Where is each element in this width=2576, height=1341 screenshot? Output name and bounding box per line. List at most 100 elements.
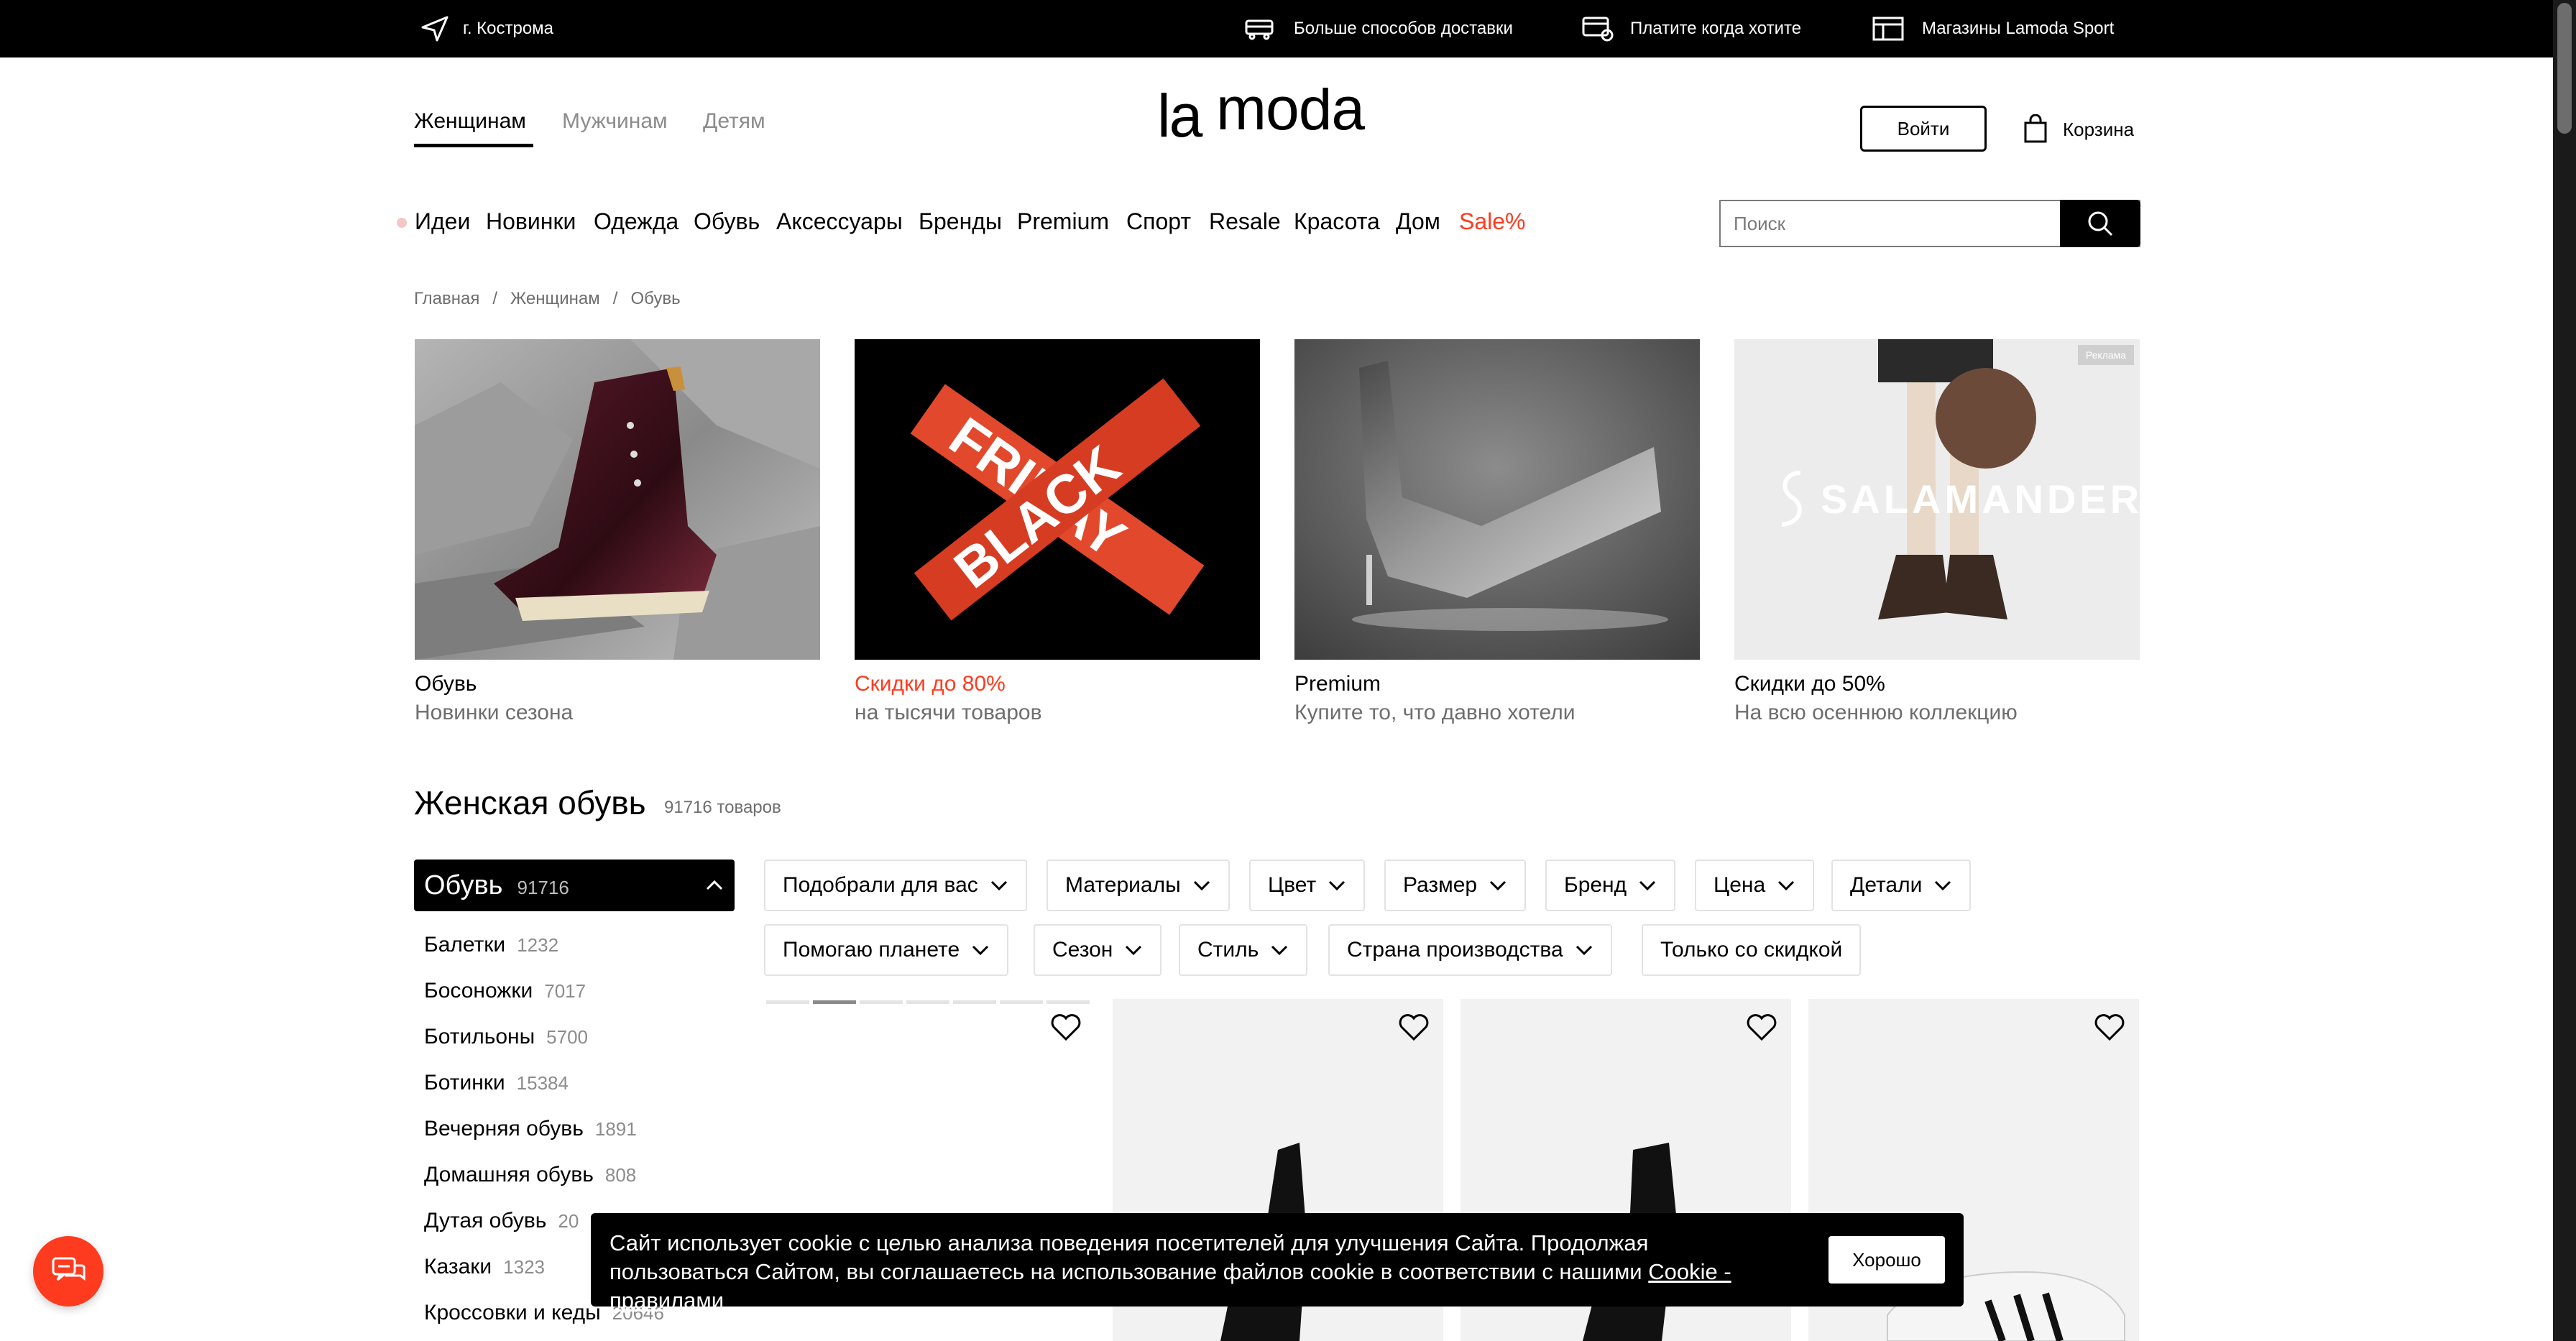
filter-materials[interactable]: Материалы — [1046, 860, 1230, 911]
chevron-up-icon — [706, 880, 723, 890]
filter-label: Размер — [1403, 873, 1478, 897]
promo-image-salamander[interactable]: SALAMANDER Реклама — [1734, 339, 2140, 660]
category-item[interactable]: Дутая обувь 20 — [424, 1209, 579, 1233]
nav-home[interactable]: Дом — [1396, 208, 1440, 235]
filter-size[interactable]: Размер — [1384, 860, 1527, 911]
filter-eco[interactable]: Помогаю планете — [764, 924, 1009, 976]
category-item[interactable]: Казаки 1323 — [424, 1255, 545, 1279]
nav-sport[interactable]: Спорт — [1126, 208, 1191, 235]
filter-color[interactable]: Цвет — [1249, 860, 1366, 911]
gallery-dot[interactable] — [860, 1000, 903, 1004]
promo-image-shoes[interactable] — [415, 339, 820, 660]
filter-country[interactable]: Страна производства — [1328, 924, 1612, 976]
premium-boot-photo — [1294, 339, 1700, 660]
category-item[interactable]: Вечерняя обувь 1891 — [424, 1117, 637, 1141]
promo-image-premium[interactable] — [1294, 339, 1700, 660]
location-arrow-icon — [421, 16, 448, 42]
chevron-down-icon — [1639, 880, 1656, 891]
gallery-dot[interactable] — [906, 1000, 949, 1004]
category-header[interactable]: Обувь 91716 — [414, 860, 735, 911]
nav-sale[interactable]: Sale% — [1459, 208, 1526, 235]
cookie-accept-button[interactable]: Хорошо — [1828, 1236, 1945, 1284]
nav-clothes[interactable]: Одежда — [594, 208, 678, 235]
category-name: Ботинки — [424, 1071, 505, 1095]
heart-icon[interactable] — [1397, 1010, 1430, 1043]
truck-icon — [1245, 19, 1274, 40]
ad-badge: Реклама — [2078, 345, 2134, 365]
filter-details[interactable]: Детали — [1831, 860, 1972, 911]
cart-link[interactable]: Корзина — [2021, 112, 2134, 147]
city-selector[interactable]: г. Кострома — [420, 0, 553, 57]
category-item[interactable]: Босоножки 7017 — [424, 979, 586, 1003]
breadcrumb-separator: / — [492, 289, 498, 308]
stores-label: Магазины Lamoda Sport — [1922, 19, 2115, 38]
heart-icon[interactable] — [2093, 1010, 2126, 1043]
category-item[interactable]: Ботинки 15384 — [424, 1071, 569, 1095]
store-icon — [1872, 17, 1904, 41]
filter-brand[interactable]: Бренд — [1545, 860, 1676, 911]
scrollbar-track[interactable] — [2553, 0, 2576, 1341]
gallery-dot[interactable] — [1046, 1000, 1090, 1004]
scrollbar-thumb[interactable] — [2557, 3, 2572, 134]
lamoda-logo[interactable]: la moda — [1157, 75, 1399, 151]
promo-title-premium[interactable]: Premium — [1294, 672, 1381, 696]
category-name: Ботильоны — [424, 1025, 535, 1049]
promo-subtitle-shoes: Новинки сезона — [415, 701, 574, 724]
filter-season[interactable]: Сезон — [1034, 924, 1162, 976]
promo-subtitle-premium: Купите то, что давно хотели — [1294, 701, 1576, 724]
heart-icon[interactable] — [1049, 1010, 1082, 1043]
nav-brands[interactable]: Бренды — [919, 208, 1002, 235]
gallery-dot-active[interactable] — [813, 1000, 856, 1004]
category-item[interactable]: Домашняя обувь 808 — [424, 1163, 636, 1187]
breadcrumb-shoes[interactable]: Обувь — [630, 289, 680, 309]
search-button[interactable] — [2060, 200, 2140, 247]
filter-label: Материалы — [1065, 873, 1181, 897]
tab-kids[interactable]: Детям — [703, 109, 765, 134]
heart-icon[interactable] — [1745, 1010, 1778, 1043]
nav-beauty[interactable]: Красота — [1294, 208, 1380, 235]
pay-later-link[interactable]: Платите когда хотите — [1581, 0, 1801, 57]
nav-shoes[interactable]: Обувь — [694, 208, 760, 235]
promo-title-sale[interactable]: Скидки до 80% — [855, 672, 1006, 696]
tab-women[interactable]: Женщинам — [414, 109, 526, 134]
search-icon — [2088, 211, 2113, 236]
salamander-logo: SALAMANDER — [1769, 466, 2140, 532]
svg-text:la: la — [1157, 88, 1203, 149]
boot-photo — [415, 339, 820, 660]
category-name: Босоножки — [424, 979, 533, 1003]
promo-image-black-friday[interactable]: FRIDAY BLACK — [855, 339, 1260, 660]
gallery-dot[interactable] — [953, 1000, 996, 1004]
card-icon — [1582, 17, 1614, 42]
breadcrumb-home[interactable]: Главная — [414, 289, 479, 309]
stores-link[interactable]: Магазины Lamoda Sport — [1872, 0, 2114, 57]
filter-style[interactable]: Стиль — [1179, 924, 1308, 976]
chevron-down-icon — [1935, 880, 1951, 891]
chat-button[interactable] — [33, 1236, 104, 1307]
filter-discount-only[interactable]: Только со скидкой — [1642, 924, 1862, 976]
nav-ideas[interactable]: Идеи — [415, 208, 470, 235]
nav-resale[interactable]: Resale — [1209, 208, 1281, 235]
category-count: 15384 — [516, 1072, 569, 1094]
salamander-brand: SALAMANDER — [1821, 476, 2140, 522]
promo-title-autumn[interactable]: Скидки до 50% — [1734, 672, 1885, 696]
category-item[interactable]: Балетки 1232 — [424, 933, 558, 957]
tab-men[interactable]: Мужчинам — [562, 109, 668, 134]
delivery-link[interactable]: Больше способов доставки — [1243, 0, 1513, 57]
filter-recommended[interactable]: Подобрали для вас — [764, 860, 1027, 911]
filter-price[interactable]: Цена — [1695, 860, 1815, 911]
svg-text:moda: moda — [1216, 88, 1365, 142]
promo-title-shoes[interactable]: Обувь — [415, 672, 477, 696]
gallery-dot[interactable] — [766, 1000, 809, 1004]
login-button[interactable]: Войти — [1860, 106, 1987, 152]
nav-accessories[interactable]: Аксессуары — [776, 208, 903, 235]
category-item[interactable]: Ботильоны 5700 — [424, 1025, 588, 1049]
ideas-dot — [397, 218, 407, 228]
breadcrumb-women[interactable]: Женщинам — [510, 289, 600, 309]
category-count: 1232 — [517, 934, 559, 956]
category-name: Балетки — [424, 933, 506, 957]
category-count: 1323 — [503, 1256, 545, 1278]
category-name: Домашняя обувь — [424, 1163, 594, 1186]
nav-new[interactable]: Новинки — [486, 208, 576, 235]
gallery-dot[interactable] — [1000, 1000, 1043, 1004]
nav-premium[interactable]: Premium — [1017, 208, 1109, 235]
